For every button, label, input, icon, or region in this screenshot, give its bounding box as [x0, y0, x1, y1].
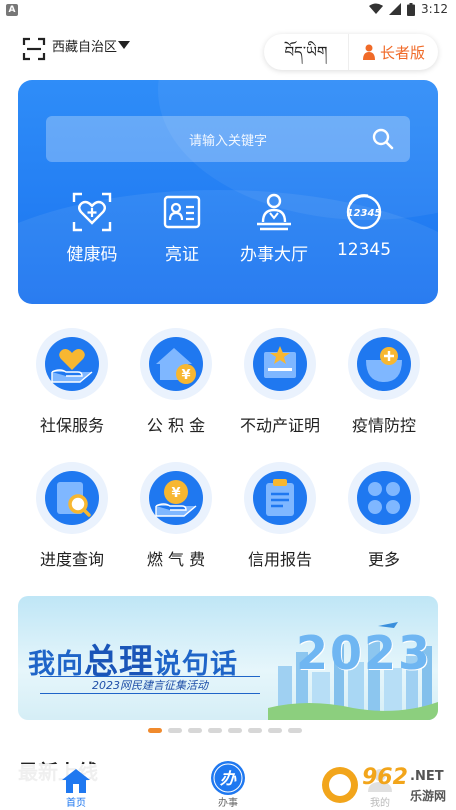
svg-text:.NET: .NET	[410, 769, 444, 784]
pagination-dot[interactable]	[208, 728, 222, 733]
svg-text:12345: 12345	[347, 208, 382, 219]
elder-person-icon	[362, 44, 375, 60]
svg-text:¥: ¥	[171, 486, 180, 501]
pagination-dot[interactable]	[188, 728, 202, 733]
svg-text:962: 962	[362, 765, 408, 790]
more-icon	[357, 471, 411, 525]
quick-label: 健康码	[66, 245, 118, 265]
health-code-icon	[72, 192, 112, 232]
pagination-dot[interactable]	[228, 728, 242, 733]
service-icon-bg	[348, 328, 420, 400]
credit-report-icon	[253, 471, 307, 525]
service-icon-bg	[244, 328, 316, 400]
service-icon-bg	[244, 462, 316, 534]
quick-item-id-card[interactable]: 亮证	[132, 192, 232, 282]
ban-service-icon: 办	[211, 761, 245, 795]
svg-text:¥: ¥	[181, 368, 190, 383]
elder-mode-label: 长者版	[379, 43, 425, 62]
scan-icon[interactable]	[22, 37, 46, 61]
wifi-icon	[369, 3, 384, 14]
service-epidemic-control[interactable]: 疫情防控	[336, 328, 432, 448]
service-hall-icon	[257, 193, 291, 231]
search-input[interactable]: 请输入关键字	[46, 116, 410, 162]
tibetan-language-button[interactable]: བོད་ཡིག	[264, 34, 348, 70]
hero-card: 请输入关键字 健康码 亮证 办事大厅 12345 12345	[18, 80, 438, 304]
top-header: 西藏自治区 བོད་ཡིག 长者版	[0, 20, 456, 78]
quick-item-health-code[interactable]: 健康码	[42, 192, 142, 282]
caret-down-icon[interactable]	[118, 41, 130, 49]
service-social-security[interactable]: 社保服务	[24, 328, 120, 448]
service-label: 疫情防控	[351, 416, 416, 435]
quick-item-hotline[interactable]: 12345 12345	[314, 192, 414, 282]
epidemic-control-icon	[357, 337, 411, 391]
service-label: 不动产证明	[239, 416, 320, 435]
quick-label: 12345	[336, 240, 392, 260]
service-label: 信用报告	[247, 550, 312, 569]
pagination-dot[interactable]	[168, 728, 182, 733]
elder-mode-button[interactable]: 长者版	[348, 34, 438, 70]
nav-service[interactable]: 办 办事	[188, 761, 268, 810]
gas-fee-icon: ¥	[149, 471, 203, 525]
home-icon	[62, 769, 90, 793]
service-icon-bg	[36, 328, 108, 400]
notification-icon: A	[6, 4, 18, 16]
service-gas-fee[interactable]: ¥ 燃 气 费	[128, 462, 224, 582]
service-label: 公 积 金	[146, 416, 206, 435]
service-icon-bg: ¥	[140, 462, 212, 534]
service-label: 燃 气 费	[146, 550, 206, 569]
service-more[interactable]: 更多	[336, 462, 432, 582]
pagination-dot[interactable]	[248, 728, 262, 733]
status-time: 3:12	[421, 2, 448, 16]
svg-text:办: 办	[220, 769, 237, 788]
search-icon[interactable]	[372, 128, 394, 150]
service-credit-report[interactable]: 信用报告	[232, 462, 328, 582]
service-label: 更多	[367, 550, 400, 569]
svg-text:乐游网: 乐游网	[410, 788, 446, 803]
site-watermark-logo: 962 .NET 乐游网	[318, 760, 456, 810]
quick-item-service-hall[interactable]: 办事大厅	[224, 192, 324, 282]
quick-label: 亮证	[165, 245, 199, 265]
quick-label: 办事大厅	[240, 245, 308, 265]
service-label: 社保服务	[39, 416, 104, 435]
nav-label: 办事	[218, 798, 238, 809]
hotline-12345-icon: 12345	[347, 194, 382, 230]
service-real-estate[interactable]: 不动产证明	[232, 328, 328, 448]
social-security-icon	[45, 337, 99, 391]
pagination-dot[interactable]	[288, 728, 302, 733]
region-selector[interactable]: 西藏自治区	[52, 36, 117, 55]
service-icon-bg: ¥	[140, 328, 212, 400]
quick-actions: 健康码 亮证 办事大厅 12345 12345	[18, 192, 438, 292]
nav-label: 首页	[66, 798, 86, 809]
battery-icon	[407, 2, 416, 16]
nav-home[interactable]: 首页	[36, 764, 116, 810]
banner-year: 2023	[296, 626, 433, 680]
housing-fund-icon: ¥	[149, 337, 203, 391]
progress-query-icon	[45, 471, 99, 525]
real-estate-icon	[253, 337, 307, 391]
pagination-dot[interactable]	[268, 728, 282, 733]
banner-pagination	[148, 728, 302, 733]
search-placeholder: 请输入关键字	[188, 134, 267, 149]
service-progress-query[interactable]: 进度查询	[24, 462, 120, 582]
language-switch: བོད་ཡིག 长者版	[264, 34, 438, 70]
service-label: 进度查询	[39, 550, 104, 569]
signal-icon	[389, 3, 402, 15]
banner-subtitle: 2023网民建言征集活动	[40, 676, 260, 694]
service-icon-bg	[36, 462, 108, 534]
service-icon-bg	[348, 462, 420, 534]
promo-banner[interactable]: 我向总理说句话 2023网民建言征集活动 2023	[18, 596, 438, 720]
pagination-dot[interactable]	[148, 728, 162, 733]
service-housing-fund[interactable]: ¥ 公 积 金	[128, 328, 224, 448]
status-bar: A 3:12	[0, 0, 456, 20]
id-card-icon	[163, 195, 201, 229]
